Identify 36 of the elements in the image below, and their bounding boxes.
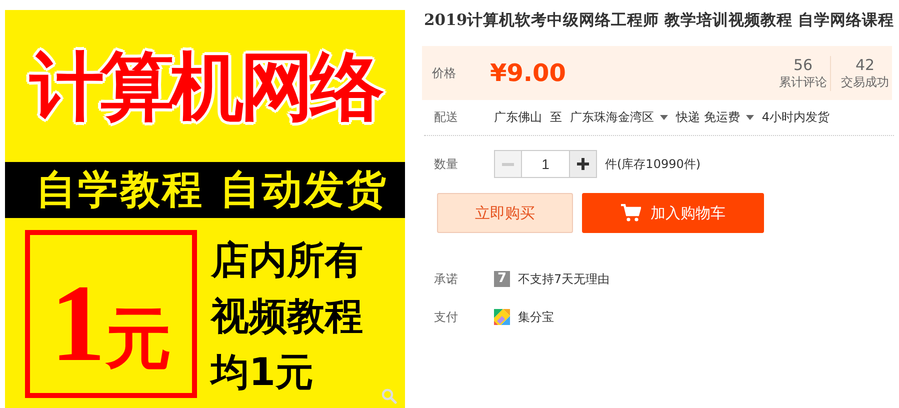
quantity-label: 数量 [434,156,459,172]
quantity-field[interactable]: 1 [522,150,569,178]
banner-tagline: 自学教程 自动发货 [5,162,405,218]
dispatch-time: 4小时内发货 [762,109,830,126]
promise-label: 承诺 [434,270,459,288]
banner-text: 店内所有 [211,240,363,282]
promise-text: 不支持7天无理由 [518,270,610,288]
banner-price-amount: 1 [50,274,106,373]
cart-icon [620,204,640,222]
banner-price-unit: 元 [106,307,172,373]
stat-label: 交易成功 [841,74,889,90]
caret-icon [746,115,754,120]
plus-icon [577,158,589,170]
banner-text: 均1元 [211,352,314,394]
banner-text: 视频教程 [211,296,363,338]
shipping-dropdown[interactable]: 快递 免运费 [676,109,754,126]
origin-text: 广东佛山 [494,109,542,126]
stat-label: 累计评论 [779,74,827,90]
destination-dropdown[interactable]: 广东珠海金湾区 [570,109,668,126]
payment-label: 支付 [434,308,459,326]
price-label: 价格 [432,64,457,82]
payment-logo-icon [494,309,510,325]
stat-count: 56 [793,56,813,74]
minus-icon [502,162,514,166]
payment-text: 集分宝 [518,308,554,326]
seven-day-badge: 7 [494,271,510,287]
price-value: ¥9.00 [490,59,566,87]
product-title: 2019计算机软考中级网络工程师 教学培训视频教程 自学网络课程 [424,9,895,31]
stat-count: 42 [855,56,875,74]
zoom-icon[interactable] [381,388,397,404]
stock-text: 件(库存10990件) [605,156,701,172]
banner-headline: 计算机网络 [28,43,382,132]
delivery-label: 配送 [434,109,459,126]
increase-button[interactable] [569,150,597,178]
to-text: 至 [550,109,562,126]
caret-icon [660,115,668,120]
